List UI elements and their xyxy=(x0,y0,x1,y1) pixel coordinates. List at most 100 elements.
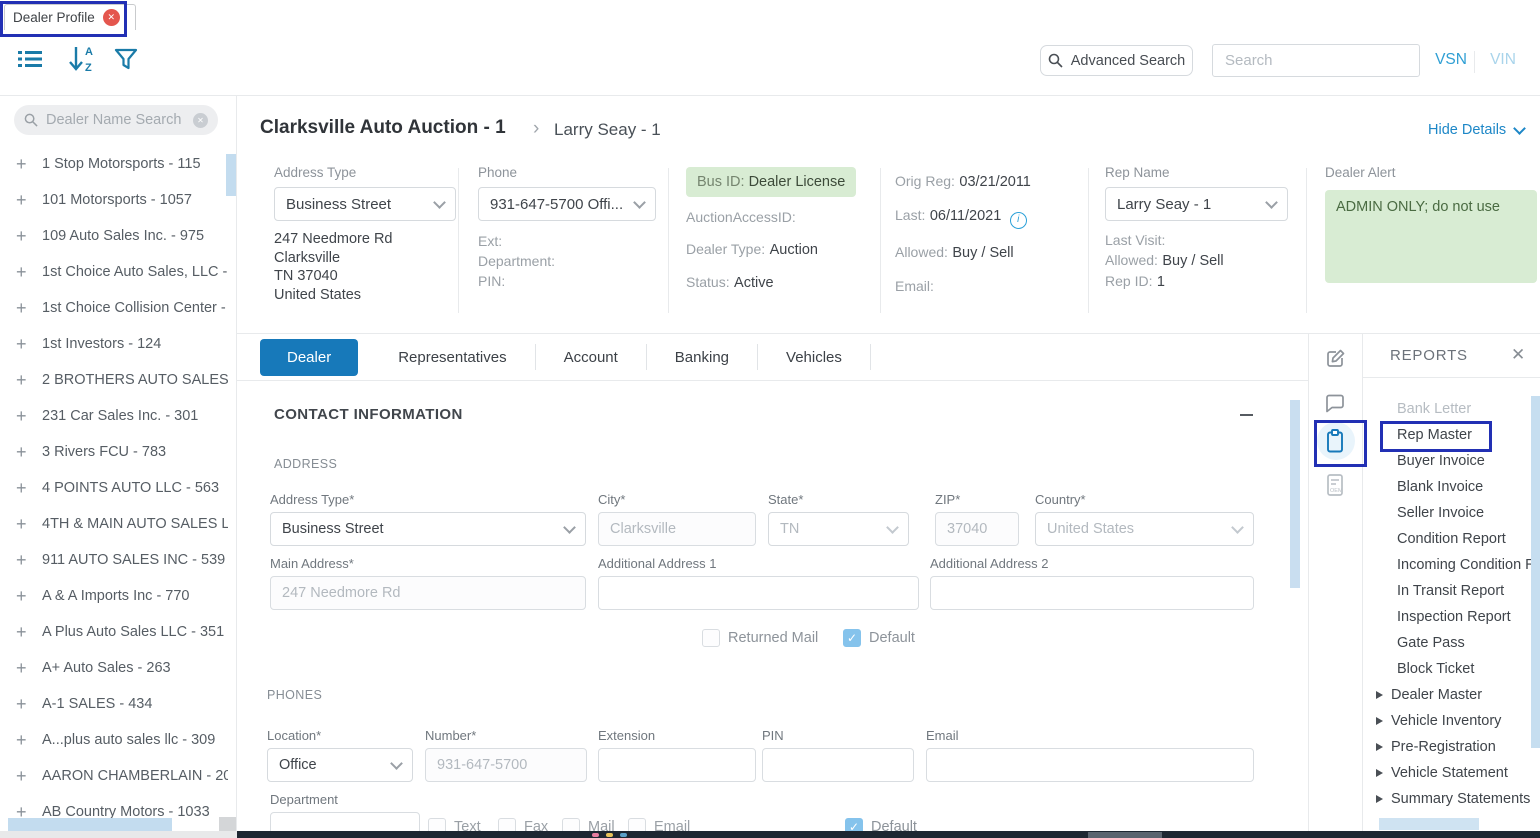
report-item[interactable]: Incoming Condition Report xyxy=(1363,552,1535,578)
breadcrumb-dealer[interactable]: Clarksville Auto Auction - 1 xyxy=(260,117,506,139)
comment-icon[interactable] xyxy=(1322,390,1348,416)
dealer-list-item[interactable]: A & A Imports Inc - 770 xyxy=(0,578,228,614)
main-vertical-scrollbar[interactable] xyxy=(1290,400,1300,588)
vsn-button[interactable]: VSN xyxy=(1428,47,1474,73)
section-tab[interactable]: Banking xyxy=(647,344,758,370)
report-item[interactable]: Blank Invoice xyxy=(1363,474,1535,500)
report-item[interactable]: Dealer Master xyxy=(1363,682,1535,708)
phone-select[interactable]: 931-647-5700 Offi... xyxy=(478,187,656,221)
report-item[interactable]: Gate Pass xyxy=(1363,630,1535,656)
expand-plus-icon[interactable] xyxy=(16,694,28,715)
dealer-list-item[interactable]: A+ Auto Sales - 263 xyxy=(0,650,228,686)
expand-plus-icon[interactable] xyxy=(16,334,28,355)
global-search-input[interactable] xyxy=(1212,44,1420,77)
dealer-list-item[interactable]: 231 Car Sales Inc. - 301 xyxy=(0,398,228,434)
rep-name-select[interactable]: Larry Seay - 1 xyxy=(1105,187,1288,221)
clipboard-reports-icon[interactable] xyxy=(1322,428,1348,454)
dealer-name-search[interactable]: Dealer Name Search xyxy=(14,105,218,135)
city-input[interactable] xyxy=(598,512,756,546)
report-item[interactable]: Rep Master xyxy=(1363,422,1535,448)
info-icon[interactable] xyxy=(1010,212,1027,229)
dealer-list-item[interactable]: 4 POINTS AUTO LLC - 563 xyxy=(0,470,228,506)
list-menu-icon[interactable] xyxy=(16,46,44,72)
close-tab-icon[interactable] xyxy=(103,9,120,26)
address-type-select[interactable]: Business Street xyxy=(274,187,456,221)
location-select[interactable]: Office xyxy=(267,748,413,782)
sort-az-icon[interactable]: A Z xyxy=(66,43,98,75)
advanced-search-button[interactable]: Advanced Search xyxy=(1040,45,1193,76)
report-item[interactable]: Inspection Report xyxy=(1363,604,1535,630)
vin-button[interactable]: VIN xyxy=(1480,47,1526,73)
expand-plus-icon[interactable] xyxy=(16,154,28,175)
expand-plus-icon[interactable] xyxy=(16,262,28,283)
expand-arrow-icon[interactable] xyxy=(1376,717,1383,725)
email-input[interactable] xyxy=(926,748,1254,782)
dealer-list-item[interactable]: A...plus auto sales llc - 309 xyxy=(0,722,228,758)
expand-plus-icon[interactable] xyxy=(16,406,28,427)
dealer-list-item[interactable]: 109 Auto Sales Inc. - 975 xyxy=(0,218,228,254)
report-item[interactable]: Block Ticket xyxy=(1363,656,1535,682)
collapse-section-icon[interactable] xyxy=(1240,414,1253,416)
additional-address-1-input[interactable] xyxy=(598,576,919,610)
reports-horizontal-scrollbar[interactable] xyxy=(1379,818,1479,830)
dealer-list-item[interactable]: AARON CHAMBERLAIN - 2053 xyxy=(0,758,228,794)
expand-plus-icon[interactable] xyxy=(16,622,28,643)
extension-input[interactable] xyxy=(598,748,756,782)
expand-plus-icon[interactable] xyxy=(16,298,28,319)
dealer-list-item[interactable]: 4TH & MAIN AUTO SALES LLC xyxy=(0,506,228,542)
report-item[interactable]: Bank Letter xyxy=(1363,396,1535,422)
default-checkbox[interactable] xyxy=(843,629,861,647)
dealer-list-item[interactable]: 1st Investors - 124 xyxy=(0,326,228,362)
expand-plus-icon[interactable] xyxy=(16,370,28,391)
dealer-list-item[interactable]: 3 Rivers FCU - 783 xyxy=(0,434,228,470)
expand-arrow-icon[interactable] xyxy=(1376,795,1383,803)
expand-plus-icon[interactable] xyxy=(16,442,28,463)
clear-search-icon[interactable] xyxy=(193,113,208,128)
expand-arrow-icon[interactable] xyxy=(1376,691,1383,699)
section-tab[interactable]: Account xyxy=(536,344,647,370)
dealer-list-item[interactable]: A-1 SALES - 434 xyxy=(0,686,228,722)
expand-plus-icon[interactable] xyxy=(16,478,28,499)
expand-plus-icon[interactable] xyxy=(16,766,28,787)
dealer-list-item[interactable]: 2 BROTHERS AUTO SALES - 2 xyxy=(0,362,228,398)
dealer-list-item[interactable]: 1 Stop Motorsports - 115 xyxy=(0,146,228,182)
close-reports-icon[interactable] xyxy=(1511,345,1525,365)
report-item[interactable]: Seller Invoice xyxy=(1363,500,1535,526)
dealer-list-item[interactable]: 101 Motorsports - 1057 xyxy=(0,182,228,218)
main-address-input[interactable] xyxy=(270,576,586,610)
dealer-list-item[interactable]: A Plus Auto Sales LLC - 351 xyxy=(0,614,228,650)
expand-plus-icon[interactable] xyxy=(16,550,28,571)
expand-plus-icon[interactable] xyxy=(16,658,28,679)
report-item[interactable]: Vehicle Statement xyxy=(1363,760,1535,786)
section-tab[interactable]: Representatives xyxy=(370,344,535,370)
report-item[interactable]: In Transit Report xyxy=(1363,578,1535,604)
expand-plus-icon[interactable] xyxy=(16,190,28,211)
pin-input[interactable] xyxy=(762,748,914,782)
report-item[interactable]: Condition Report xyxy=(1363,526,1535,552)
sidebar-vertical-scrollbar[interactable] xyxy=(226,154,236,196)
expand-plus-icon[interactable] xyxy=(16,730,28,751)
report-item[interactable]: Summary Statements xyxy=(1363,786,1535,812)
address-type-select[interactable]: Business Street xyxy=(270,512,586,546)
expand-arrow-icon[interactable] xyxy=(1376,743,1383,751)
filter-icon[interactable] xyxy=(112,46,140,72)
dealer-list-item[interactable]: 1st Choice Auto Sales, LLC - 23 xyxy=(0,254,228,290)
returned-mail-checkbox[interactable] xyxy=(702,629,720,647)
report-item[interactable]: Pre-Registration xyxy=(1363,734,1535,760)
expand-plus-icon[interactable] xyxy=(16,226,28,247)
reports-vertical-scrollbar[interactable] xyxy=(1531,396,1540,748)
hide-details-link[interactable]: Hide Details xyxy=(1428,122,1524,138)
section-tab[interactable]: Vehicles xyxy=(758,344,871,370)
zip-input[interactable] xyxy=(935,512,1019,546)
country-select[interactable]: United States xyxy=(1035,512,1254,546)
oem-document-icon[interactable]: OEM xyxy=(1322,472,1348,498)
additional-address-2-input[interactable] xyxy=(930,576,1254,610)
dealer-list-item[interactable]: 911 AUTO SALES INC - 539 xyxy=(0,542,228,578)
number-input[interactable] xyxy=(425,748,587,782)
report-item[interactable]: Buyer Invoice xyxy=(1363,448,1535,474)
sidebar-horizontal-scrollbar[interactable] xyxy=(8,818,172,831)
edit-icon[interactable] xyxy=(1322,346,1348,372)
tab-dealer-profile[interactable]: Dealer Profile xyxy=(4,4,136,30)
expand-plus-icon[interactable] xyxy=(16,586,28,607)
expand-arrow-icon[interactable] xyxy=(1376,769,1383,777)
